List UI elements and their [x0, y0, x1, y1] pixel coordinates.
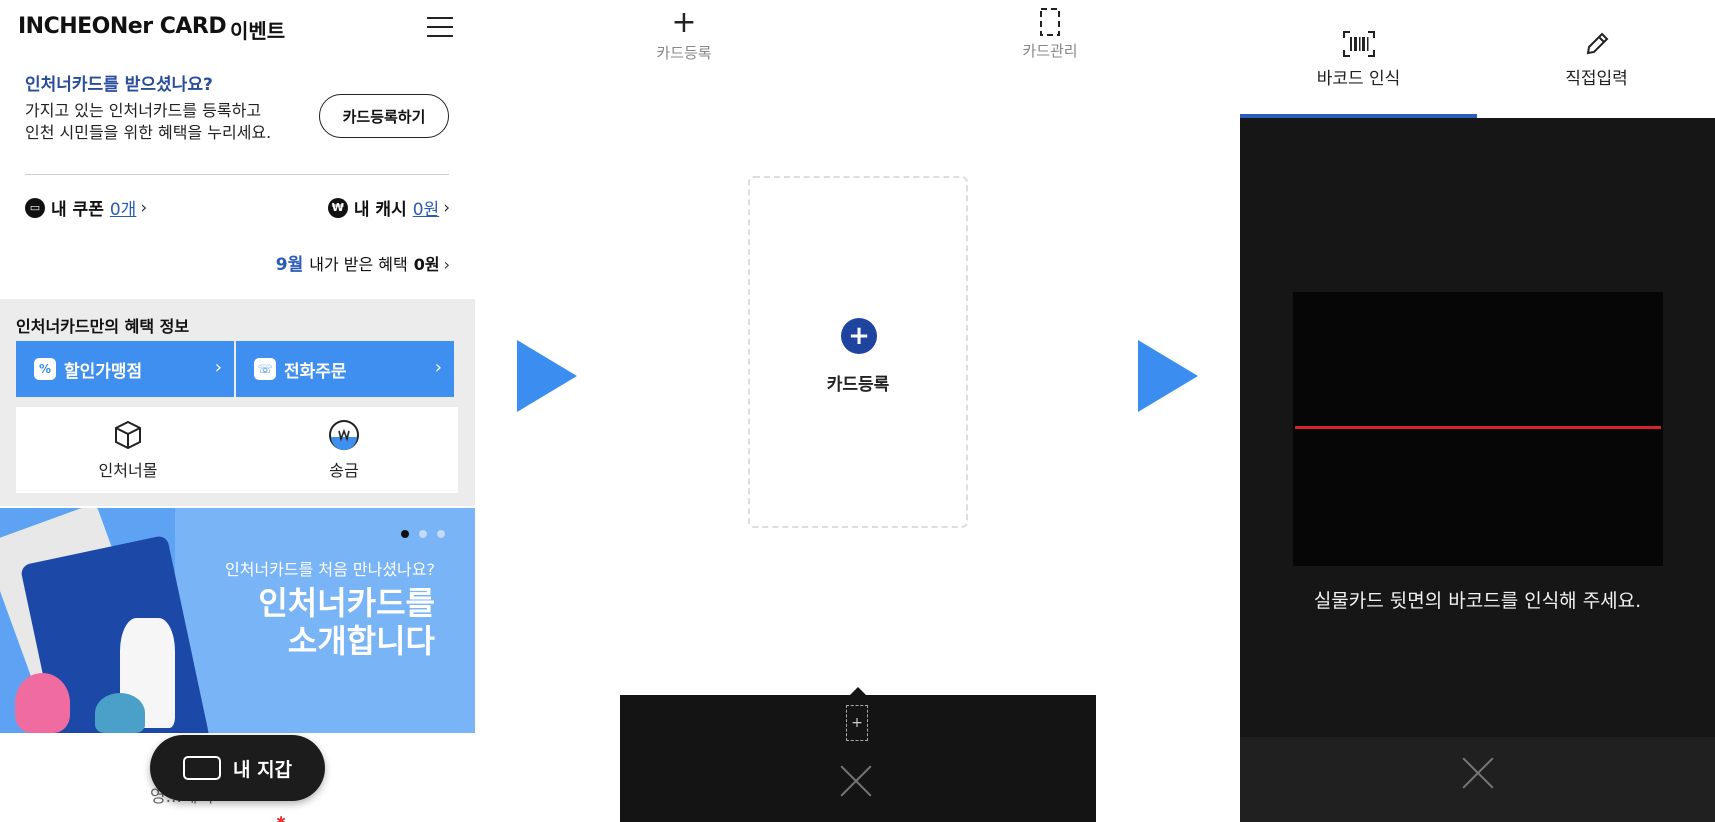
- tab-manual-input[interactable]: 직접입력: [1478, 30, 1715, 89]
- benefit-label: 내가 받은 혜택: [309, 255, 408, 274]
- won-icon: ₩: [327, 197, 348, 218]
- scan-line: [1295, 426, 1661, 429]
- coupon-count: 0개: [109, 200, 137, 220]
- flow-arrow-icon: [517, 340, 577, 412]
- benefit-amount: 0원: [413, 255, 440, 274]
- add-card-slot[interactable]: + 카드등록: [748, 176, 968, 528]
- notch-indicator: [850, 687, 866, 695]
- intro-banner[interactable]: 인처너카드를 처음 만나셨나요? 인처너카드를 소개합니다: [0, 508, 475, 733]
- tab-barcode-scan[interactable]: 바코드 인식: [1240, 30, 1477, 89]
- tab-manual-label: 직접입력: [1565, 69, 1628, 89]
- mall-label: 인처너몰: [98, 461, 158, 480]
- card-frame-icon: [1040, 8, 1060, 36]
- benefits-section: 인처너카드만의 혜택 정보 % 할인가맹점 › ☏ 전화주문 › 인처너몰 송금: [0, 299, 475, 506]
- add-card-label: 카드등록: [826, 375, 890, 395]
- chevron-right-icon: ›: [214, 357, 222, 378]
- banner-title-line1: 인처너카드를: [258, 584, 435, 622]
- pink-mascot-illustration: [15, 673, 70, 733]
- tab-barcode-label: 바코드 인식: [1316, 69, 1401, 89]
- benefits-title: 인처너카드만의 혜택 정보: [16, 317, 190, 336]
- hamburger-menu-icon[interactable]: [427, 15, 453, 39]
- bottom-sheet: +: [620, 687, 1096, 822]
- banner-subtitle: 인처너카드를 처음 만나셨나요?: [224, 560, 435, 579]
- brand-logo[interactable]: INCHEONer CARD: [18, 14, 227, 39]
- active-tab-indicator: [1240, 114, 1477, 118]
- cash-label: 내 캐시: [353, 200, 407, 220]
- my-coupon-link[interactable]: ▭ 내 쿠폰 0개 ›: [25, 195, 147, 220]
- promo-desc-line2: 인천 시민들을 위한 혜택을 누리세요.: [25, 123, 272, 142]
- carousel-dot[interactable]: [437, 530, 445, 538]
- mini-card-add-icon[interactable]: +: [846, 705, 868, 741]
- discount-store-label: 할인가맹점: [64, 361, 143, 382]
- coupon-icon: ▭: [25, 197, 45, 218]
- close-icon[interactable]: [1460, 755, 1496, 791]
- add-circle-icon: +: [841, 318, 877, 354]
- quick-links: 인처너몰 송금: [16, 407, 458, 493]
- wallet-icon: [182, 756, 221, 780]
- barcode-scan-screen: 바코드 인식 직접입력 실물카드 뒷면의 바코드를 인식해 주세요.: [1240, 0, 1715, 822]
- promo-question: 인처너카드를 받으셨나요?: [25, 75, 213, 95]
- barcode-icon: [1342, 31, 1375, 57]
- scan-instruction: 실물카드 뒷면의 바코드를 인식해 주세요.: [1313, 590, 1642, 612]
- coupon-label: 내 쿠폰: [51, 200, 104, 220]
- chevron-right-icon: ›: [434, 357, 442, 378]
- tab-card-register[interactable]: + 카드등록: [634, 8, 734, 63]
- home-screen: INCHEONer CARD 이벤트 인처너카드를 받으셨나요? 가지고 있는 …: [0, 0, 475, 822]
- flow-arrow-icon: [1138, 340, 1198, 412]
- scan-viewfinder: [1293, 292, 1663, 566]
- close-icon[interactable]: [838, 763, 874, 799]
- phone-icon: ☏: [254, 358, 276, 380]
- divider: [25, 174, 449, 175]
- box-icon: [115, 420, 141, 450]
- percent-icon: %: [34, 358, 56, 380]
- chevron-right-icon: ›: [443, 197, 450, 218]
- promo-desc-line1: 가지고 있는 인처너카드를 등록하고: [25, 101, 262, 120]
- my-cash-link[interactable]: ₩ 내 캐시 0원 ›: [327, 195, 450, 220]
- carousel-dot[interactable]: [401, 530, 409, 538]
- discount-store-button[interactable]: % 할인가맹점 ›: [16, 341, 234, 397]
- bottom-bar: [1240, 737, 1715, 822]
- scan-tabs: 바코드 인식 직접입력: [1240, 0, 1715, 118]
- transfer-icon: [329, 420, 359, 450]
- top-header: INCHEONer CARD 이벤트: [0, 0, 475, 56]
- blue-mascot-illustration: [95, 693, 145, 733]
- mall-link[interactable]: 인처너몰: [68, 419, 188, 481]
- card-register-screen: + 카드등록 카드관리 + 카드등록 +: [620, 0, 1096, 822]
- phone-order-label: 전화주문: [284, 361, 347, 382]
- tab-card-register-label: 카드등록: [656, 44, 712, 62]
- notification-mark: ✱: [276, 814, 287, 822]
- carousel-indicator[interactable]: [401, 530, 445, 538]
- promo-description: 가지고 있는 인처너카드를 등록하고 인천 시민들을 위한 혜택을 누리세요.: [25, 100, 271, 144]
- my-wallet-button[interactable]: 내 지갑: [150, 735, 325, 801]
- chevron-right-icon: ›: [140, 197, 148, 218]
- chevron-right-icon: ›: [443, 255, 450, 274]
- carousel-dot[interactable]: [419, 530, 427, 538]
- phone-order-button[interactable]: ☏ 전화주문 ›: [236, 341, 454, 397]
- plus-icon: +: [671, 5, 697, 40]
- transfer-link[interactable]: 송금: [284, 419, 404, 481]
- pencil-icon: [1586, 32, 1608, 55]
- cash-amount: 0원: [412, 200, 440, 220]
- banner-title: 인처너카드를 소개합니다: [258, 584, 435, 660]
- tab-card-manage[interactable]: 카드관리: [1000, 8, 1100, 61]
- event-link[interactable]: 이벤트: [230, 15, 285, 44]
- benefit-month: 9월: [275, 255, 304, 275]
- register-card-button[interactable]: 카드등록하기: [319, 94, 449, 138]
- transfer-label: 송금: [329, 461, 359, 480]
- monthly-benefit-link[interactable]: 9월 내가 받은 혜택 0원 ›: [276, 250, 450, 275]
- tab-card-manage-label: 카드관리: [1022, 42, 1078, 60]
- flow-screenshot: INCHEONer CARD 이벤트 인처너카드를 받으셨나요? 가지고 있는 …: [0, 0, 1715, 822]
- my-wallet-label: 내 지갑: [232, 758, 293, 781]
- banner-title-line2: 소개합니다: [287, 622, 435, 660]
